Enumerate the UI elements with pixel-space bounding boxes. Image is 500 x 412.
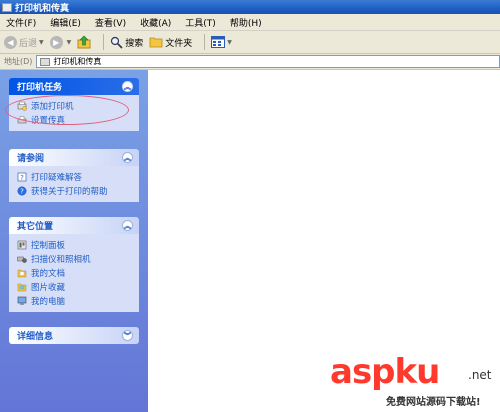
forward-dropdown-icon[interactable]: ▼ xyxy=(67,39,72,46)
link-print-troubleshoot[interactable]: ? 打印疑难解答 xyxy=(17,170,139,184)
watermark: aspku .net 免费网站源码下载站! xyxy=(330,352,500,412)
place-label: 我的文档 xyxy=(31,269,66,279)
place-label: 图片收藏 xyxy=(31,283,66,293)
my-documents-icon xyxy=(17,269,27,278)
place-my-documents[interactable]: 我的文档 xyxy=(17,266,139,280)
svg-text:?: ? xyxy=(20,188,24,196)
address-input[interactable]: 打印机和传真 xyxy=(36,55,500,68)
up-button[interactable] xyxy=(77,35,91,49)
see-also-header[interactable]: 请参阅 ︽ xyxy=(9,149,139,166)
other-places-panel: 其它位置 ︽ 控制面板 扫描仪和照相机 我的文档 图片收藏 我的电脑 xyxy=(9,217,139,312)
folders-label: 文件夹 xyxy=(165,38,193,49)
up-folder-icon xyxy=(77,35,91,49)
forward-button[interactable]: ▶ ▼ xyxy=(49,35,72,49)
printer-folder-icon xyxy=(2,2,12,12)
other-places-body: 控制面板 扫描仪和照相机 我的文档 图片收藏 我的电脑 xyxy=(9,234,139,312)
menu-view[interactable]: 查看(V) xyxy=(95,16,126,29)
views-dropdown-icon[interactable]: ▼ xyxy=(227,39,232,46)
toolbar-separator xyxy=(204,34,206,50)
collapse-icon[interactable]: ︽ xyxy=(122,220,133,231)
search-button[interactable]: 搜索 xyxy=(110,36,143,49)
other-places-title: 其它位置 xyxy=(17,222,54,232)
address-value: 打印机和传真 xyxy=(53,57,102,66)
back-button[interactable]: ◀ 后退 ▼ xyxy=(4,35,44,49)
views-button[interactable]: ▼ xyxy=(211,36,232,48)
menu-file[interactable]: 文件(F) xyxy=(6,16,36,29)
svg-text:?: ? xyxy=(20,174,24,182)
watermark-logo: aspku xyxy=(330,352,440,392)
printer-tasks-header[interactable]: 打印机任务 ︽ xyxy=(9,78,139,95)
details-title: 详细信息 xyxy=(17,332,54,342)
details-panel: 详细信息 ︾ xyxy=(9,327,139,344)
expand-icon[interactable]: ︾ xyxy=(122,330,133,341)
folders-button[interactable]: 文件夹 xyxy=(149,36,192,49)
see-also-panel: 请参阅 ︽ ? 打印疑难解答 ? 获得关于打印的帮助 xyxy=(9,149,139,202)
menu-edit[interactable]: 编辑(E) xyxy=(50,16,81,29)
toolbar-separator xyxy=(103,34,105,50)
place-my-pictures[interactable]: 图片收藏 xyxy=(17,280,139,294)
place-label: 扫描仪和照相机 xyxy=(31,255,91,265)
views-icon xyxy=(211,36,226,48)
details-header[interactable]: 详细信息 ︾ xyxy=(9,327,139,344)
menu-tools[interactable]: 工具(T) xyxy=(185,16,216,29)
window-title: 打印机和传真 xyxy=(15,3,70,14)
back-arrow-icon: ◀ xyxy=(4,35,17,49)
search-icon xyxy=(111,36,123,49)
address-bar: 地址(D) 打印机和传真 xyxy=(0,54,500,70)
search-label: 搜索 xyxy=(125,38,144,49)
toolbar: ◀ 后退 ▼ ▶ ▼ 搜索 文件夹 ▼ xyxy=(0,31,500,54)
see-also-title: 请参阅 xyxy=(17,154,45,164)
menu-bar: 文件(F) 编辑(E) 查看(V) 收藏(A) 工具(T) 帮助(H) xyxy=(0,14,500,31)
see-also-body: ? 打印疑难解答 ? 获得关于打印的帮助 xyxy=(9,166,139,202)
menu-help[interactable]: 帮助(H) xyxy=(230,16,262,29)
collapse-icon[interactable]: ︽ xyxy=(122,81,133,92)
back-label: 后退 xyxy=(19,38,38,49)
highlight-annotation xyxy=(5,95,129,125)
link-label: 获得关于打印的帮助 xyxy=(31,187,108,197)
help-book-icon: ? xyxy=(17,172,27,182)
title-bar: 打印机和传真 xyxy=(0,0,500,14)
other-places-header[interactable]: 其它位置 ︽ xyxy=(9,217,139,234)
printer-tasks-title: 打印机任务 xyxy=(17,83,63,93)
control-panel-icon xyxy=(17,240,27,250)
forward-arrow-icon: ▶ xyxy=(49,35,63,49)
watermark-tld: .net xyxy=(468,368,492,382)
watermark-subtitle: 免费网站源码下载站! xyxy=(386,397,481,408)
place-control-panel[interactable]: 控制面板 xyxy=(17,238,139,252)
place-scanners-cameras[interactable]: 扫描仪和照相机 xyxy=(17,252,139,266)
help-icon: ? xyxy=(17,186,27,196)
collapse-icon[interactable]: ︽ xyxy=(122,152,133,163)
place-my-computer[interactable]: 我的电脑 xyxy=(17,294,139,308)
menu-favorites[interactable]: 收藏(A) xyxy=(140,16,171,29)
my-pictures-icon xyxy=(17,283,27,292)
link-print-help[interactable]: ? 获得关于打印的帮助 xyxy=(17,184,139,198)
printer-folder-icon xyxy=(40,57,51,66)
scanner-camera-icon xyxy=(17,256,27,263)
place-label: 我的电脑 xyxy=(31,297,66,307)
my-computer-icon xyxy=(17,296,27,305)
link-label: 打印疑难解答 xyxy=(31,173,83,183)
folder-icon xyxy=(149,37,163,48)
back-dropdown-icon[interactable]: ▼ xyxy=(39,39,44,46)
place-label: 控制面板 xyxy=(31,241,66,251)
address-label: 地址(D) xyxy=(4,57,33,66)
